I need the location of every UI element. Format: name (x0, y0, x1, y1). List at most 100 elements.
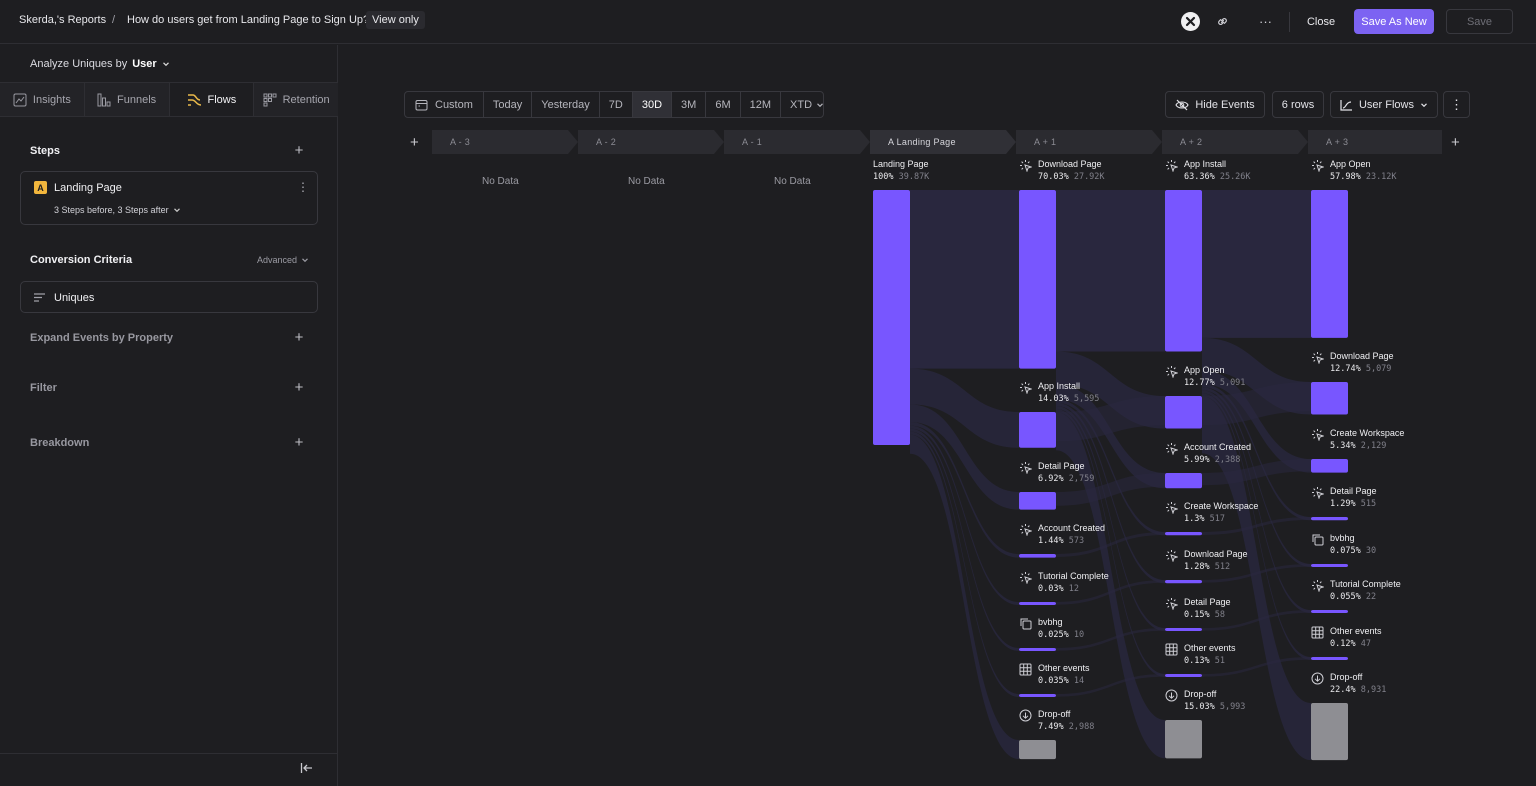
date-7d[interactable]: 7D (600, 92, 633, 117)
flow-link[interactable] (910, 190, 1019, 369)
node-label[interactable]: Create Workspace 1.3% 517 (1184, 500, 1258, 525)
node-bar[interactable] (1019, 694, 1056, 697)
node-label[interactable]: Landing Page 100% 39.87K (873, 158, 929, 183)
add-step-plus-icon[interactable]: + (292, 142, 306, 159)
node-label[interactable]: Create Workspace 5.34% 2,129 (1330, 427, 1404, 452)
node-bar[interactable] (1165, 190, 1202, 352)
step-card[interactable]: A Landing Page ⋮ 3 Steps before, 3 Steps… (20, 171, 318, 225)
save-as-new-button[interactable]: Save As New (1354, 9, 1434, 34)
copy-icon (1311, 533, 1325, 547)
node-label[interactable]: Other events 0.12% 47 (1330, 625, 1382, 650)
node-label[interactable]: App Open 12.77% 5,091 (1184, 364, 1245, 389)
save-button[interactable]: Save (1446, 9, 1513, 34)
collapse-sidebar-icon[interactable] (300, 762, 313, 777)
node-bar[interactable] (1311, 610, 1348, 613)
node-label[interactable]: Tutorial Complete 0.03% 12 (1038, 570, 1109, 595)
node-label[interactable]: bvbhg 0.025% 10 (1038, 616, 1084, 641)
node-label[interactable]: App Install 14.03% 5,595 (1038, 380, 1099, 405)
node-bar[interactable] (1165, 628, 1202, 631)
event-icon (1165, 501, 1179, 515)
list-filter-icon (34, 293, 45, 302)
node-label[interactable]: Detail Page 1.29% 515 (1330, 485, 1377, 510)
node-percent: 7.49% (1038, 722, 1069, 732)
date-xtd[interactable]: XTD (781, 92, 833, 117)
add-step-before-plus-icon[interactable]: + (410, 134, 419, 151)
node-label[interactable]: Drop-off 22.4% 8,931 (1330, 671, 1386, 696)
breadcrumb-reports[interactable]: Skerda,'s Reports (19, 14, 106, 26)
uniques-selector[interactable]: Uniques (20, 281, 318, 313)
node-label[interactable]: bvbhg 0.075% 30 (1330, 532, 1376, 557)
node-label[interactable]: Detail Page 0.15% 58 (1184, 596, 1231, 621)
date-custom[interactable]: Custom (405, 92, 484, 117)
tab-funnels[interactable]: Funnels (84, 83, 170, 116)
analyze-selector[interactable]: Analyze Uniques by User (30, 58, 170, 70)
add-expand-plus-icon[interactable]: + (292, 329, 306, 346)
node-label[interactable]: Download Page 1.28% 512 (1184, 548, 1248, 573)
node-bar[interactable] (1165, 473, 1202, 489)
close-button[interactable]: Close (1302, 11, 1340, 33)
date-30d[interactable]: 30D (632, 92, 673, 117)
node-bar[interactable] (1165, 580, 1202, 584)
node-bar[interactable] (873, 190, 910, 445)
node-label[interactable]: Download Page 12.74% 5,079 (1330, 350, 1394, 375)
node-bar[interactable] (1311, 564, 1348, 567)
advanced-dropdown[interactable]: Advanced (257, 255, 309, 265)
node-label[interactable]: Drop-off 7.49% 2,988 (1038, 708, 1094, 733)
date-yesterday[interactable]: Yesterday (532, 92, 600, 117)
add-filter-plus-icon[interactable]: + (292, 379, 306, 396)
node-label[interactable]: App Open 57.98% 23.12K (1330, 158, 1397, 183)
node-label[interactable]: Tutorial Complete 0.055% 22 (1330, 578, 1401, 603)
node-bar[interactable] (1019, 648, 1056, 651)
dropoff-bar[interactable] (1019, 740, 1056, 760)
node-count: 2,129 (1360, 441, 1387, 451)
hide-events-button[interactable]: Hide Events (1165, 91, 1265, 118)
node-bar[interactable] (1019, 492, 1056, 510)
link-icon[interactable] (1213, 12, 1232, 31)
report-title[interactable]: How do users get from Landing Page to Si… (127, 14, 369, 26)
node-bar[interactable] (1311, 657, 1348, 660)
more-options-icon[interactable]: ⋮ (1443, 91, 1470, 118)
add-breakdown-plus-icon[interactable]: + (292, 434, 306, 451)
date-12m[interactable]: 12M (741, 92, 782, 117)
flow-link[interactable] (1202, 190, 1311, 338)
node-percent: 6.92% (1038, 474, 1069, 484)
node-label[interactable]: Other events 0.035% 14 (1038, 662, 1090, 687)
flow-link[interactable] (910, 431, 1019, 697)
node-label[interactable]: Detail Page 6.92% 2,759 (1038, 460, 1094, 485)
tab-retention[interactable]: Retention (254, 83, 338, 116)
add-step-after-plus-icon[interactable]: + (1451, 134, 1460, 151)
node-label[interactable]: Download Page 70.03% 27.92K (1038, 158, 1105, 183)
node-bar[interactable] (1311, 382, 1348, 415)
node-bar[interactable] (1019, 602, 1056, 605)
node-bar[interactable] (1165, 532, 1202, 536)
node-label[interactable]: Drop-off 15.03% 5,993 (1184, 688, 1245, 713)
node-bar[interactable] (1019, 412, 1056, 448)
date-6m[interactable]: 6M (706, 92, 741, 117)
dropoff-bar[interactable] (1165, 720, 1202, 759)
tab-insights[interactable]: Insights (0, 83, 85, 116)
node-bar[interactable] (1311, 517, 1348, 521)
node-bar[interactable] (1019, 190, 1056, 369)
tab-flows[interactable]: Flows (169, 83, 255, 116)
node-bar[interactable] (1311, 459, 1348, 473)
view-type-dropdown[interactable]: User Flows (1330, 91, 1438, 118)
date-3m[interactable]: 3M (672, 92, 707, 117)
node-label[interactable]: Account Created 1.44% 573 (1038, 522, 1105, 547)
node-bar[interactable] (1165, 396, 1202, 429)
more-icon[interactable]: ··· (1256, 12, 1275, 31)
node-bar[interactable] (1165, 674, 1202, 677)
step-range-selector[interactable]: 3 Steps before, 3 Steps after (54, 205, 181, 215)
node-label[interactable]: App Install 63.36% 25.26K (1184, 158, 1251, 183)
dropoff-bar[interactable] (1311, 703, 1348, 761)
rows-selector[interactable]: 6 rows (1272, 91, 1324, 118)
date-today[interactable]: Today (484, 92, 533, 117)
node-count: 2,759 (1068, 474, 1095, 484)
node-percent: 70.03% (1038, 172, 1074, 182)
collaborator-avatar[interactable] (1181, 12, 1200, 31)
node-bar[interactable] (1019, 554, 1056, 558)
node-label[interactable]: Account Created 5.99% 2,388 (1184, 441, 1251, 466)
node-label[interactable]: Other events 0.13% 51 (1184, 642, 1236, 667)
flow-link[interactable] (1056, 190, 1165, 352)
node-bar[interactable] (1311, 190, 1348, 338)
step-menu-icon[interactable]: ⋮ (297, 181, 309, 193)
